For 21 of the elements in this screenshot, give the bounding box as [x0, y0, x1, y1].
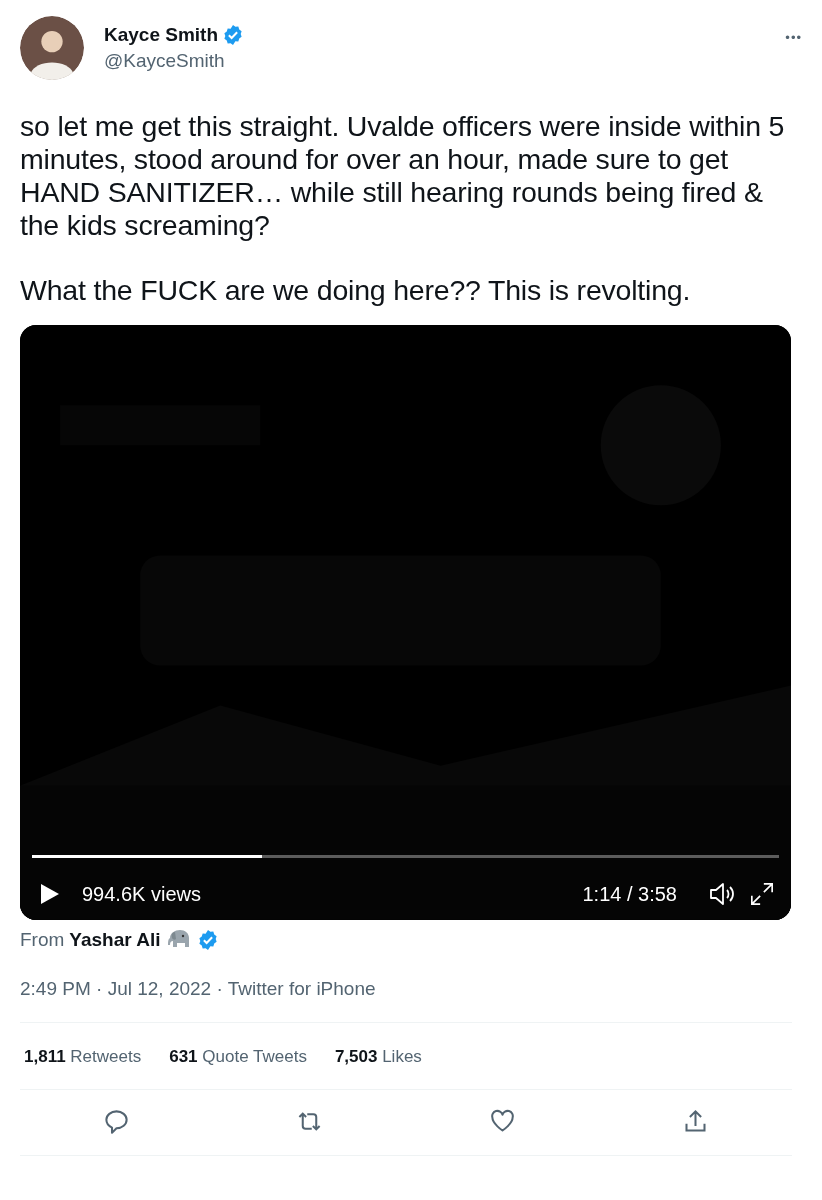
- tweet-text: so let me get this straight. Uvalde officers were inside within 5 minutes, stood around for over an hour, made sure to get HAND SANITIZER… while still hearing rounds being fired & the kids screaming?: [20, 110, 786, 242]
- view-count: 994.6K views: [82, 882, 202, 906]
- heart-icon[interactable]: [489, 1108, 516, 1135]
- more-menu-button[interactable]: •••: [785, 30, 802, 45]
- stat-count[interactable]: 631 Quote Tweets: [169, 1047, 307, 1067]
- source-name[interactable]: Yashar Ali: [69, 929, 161, 951]
- reply-icon[interactable]: [103, 1108, 130, 1135]
- play-icon[interactable]: [40, 883, 60, 905]
- author-handle[interactable]: @KayceSmith: [104, 50, 766, 72]
- tweet-text: What the FUCK are we doing here?? This is revolting.: [20, 274, 692, 307]
- fullscreen-icon[interactable]: [749, 882, 775, 906]
- author-name[interactable]: Kayce Smith: [104, 24, 219, 46]
- progress-track[interactable]: [32, 855, 779, 858]
- video-time: 1:14 / 3:58: [582, 882, 677, 906]
- stat-count[interactable]: 1,811 Retweets: [24, 1047, 142, 1067]
- tweet-timestamp: 2:49 PM · Jul 12, 2022 · Twitter for iPhone: [20, 978, 792, 1023]
- speaker-icon[interactable]: [709, 882, 735, 906]
- avatar: [20, 16, 84, 80]
- stat-count[interactable]: 7,503 Likes: [334, 1047, 422, 1067]
- share-icon[interactable]: [682, 1108, 709, 1135]
- from-label: From: [20, 929, 65, 951]
